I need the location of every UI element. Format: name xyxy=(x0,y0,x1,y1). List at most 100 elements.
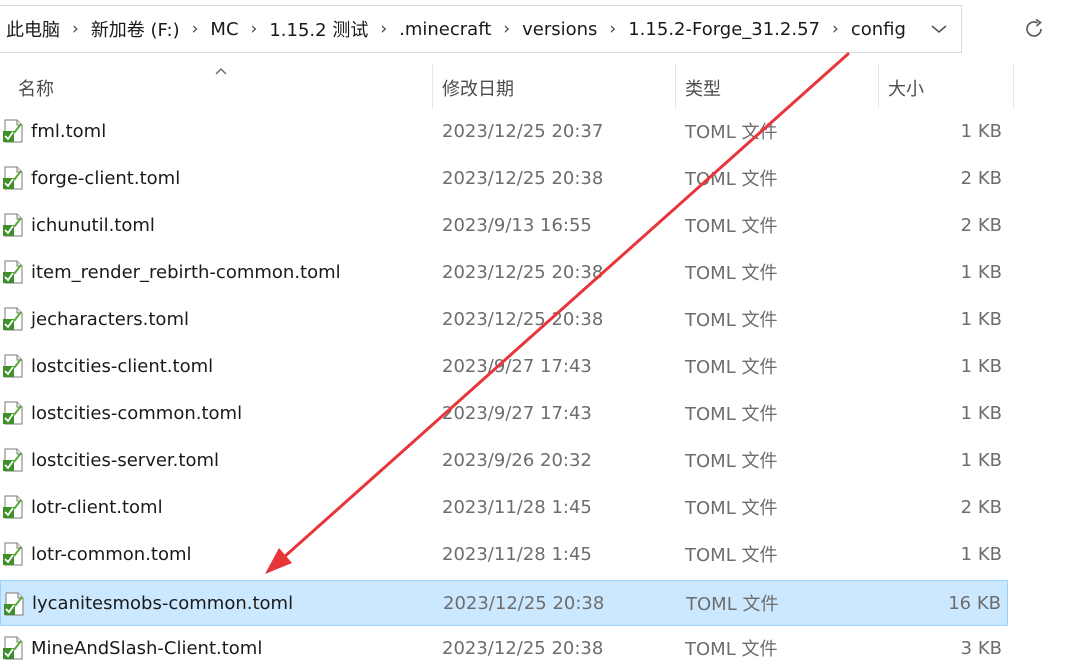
file-type: TOML 文件 xyxy=(686,594,779,615)
breadcrumb-item-this-pc[interactable]: 此电脑 xyxy=(6,16,60,42)
file-date: 2023/12/25 20:38 xyxy=(443,592,605,614)
file-name: ichunutil.toml xyxy=(31,214,155,236)
file-date: 2023/12/25 20:38 xyxy=(442,308,604,330)
breadcrumb-separator-icon[interactable]: › xyxy=(380,19,387,39)
breadcrumb-separator-icon[interactable]: › xyxy=(192,19,199,39)
breadcrumb-item-forge-version[interactable]: 1.15.2-Forge_31.2.57 xyxy=(628,19,820,40)
breadcrumb-separator-icon[interactable]: › xyxy=(832,19,839,39)
toml-file-icon xyxy=(2,166,24,190)
breadcrumb-separator-icon[interactable]: › xyxy=(251,19,258,39)
toml-file-icon xyxy=(3,592,25,616)
breadcrumb-separator-icon[interactable]: › xyxy=(503,19,510,39)
column-header-name-label: 名称 xyxy=(18,79,54,100)
file-row[interactable]: lotr-common.toml 2023/11/28 1:45 TOML 文件… xyxy=(0,531,1008,577)
file-size: 1 KB xyxy=(960,120,1002,142)
column-divider[interactable] xyxy=(878,64,879,108)
file-name: jecharacters.toml xyxy=(31,308,189,330)
file-size: 16 KB xyxy=(948,592,1001,614)
file-row[interactable]: lycanitesmobs-common.toml 2023/12/25 20:… xyxy=(0,580,1008,626)
file-size: 1 KB xyxy=(960,543,1002,565)
file-type: TOML 文件 xyxy=(685,310,778,331)
toml-file-icon xyxy=(2,401,24,425)
column-header-type[interactable]: 类型 xyxy=(677,64,878,112)
file-type: TOML 文件 xyxy=(685,451,778,472)
file-row[interactable]: jecharacters.toml 2023/12/25 20:38 TOML … xyxy=(0,296,1008,342)
file-name: forge-client.toml xyxy=(31,167,181,189)
chevron-down-icon xyxy=(931,25,947,34)
column-header-size-label: 大小 xyxy=(888,79,924,100)
breadcrumb-separator-icon[interactable]: › xyxy=(609,19,616,39)
file-date: 2023/9/27 17:43 xyxy=(442,355,592,377)
file-size: 2 KB xyxy=(960,496,1002,518)
file-row[interactable]: fml.toml 2023/12/25 20:37 TOML 文件 1 KB xyxy=(0,108,1008,154)
breadcrumb-item-config[interactable]: config xyxy=(851,19,906,40)
file-row[interactable]: lostcities-server.toml 2023/9/26 20:32 T… xyxy=(0,437,1008,483)
toml-file-icon xyxy=(2,542,24,566)
breadcrumb-item-mc[interactable]: MC xyxy=(210,19,238,40)
file-type: TOML 文件 xyxy=(685,404,778,425)
breadcrumb-item-drive[interactable]: 新加卷 (F:) xyxy=(91,16,180,42)
file-name: fml.toml xyxy=(31,120,107,142)
file-size: 1 KB xyxy=(960,449,1002,471)
column-header-date[interactable]: 修改日期 xyxy=(434,64,675,112)
address-history-dropdown[interactable] xyxy=(917,6,961,52)
file-name: lotr-client.toml xyxy=(31,496,163,518)
file-date: 2023/12/25 20:38 xyxy=(442,261,604,283)
file-size: 2 KB xyxy=(960,214,1002,236)
file-type: TOML 文件 xyxy=(685,545,778,566)
file-date: 2023/9/26 20:32 xyxy=(442,449,592,471)
file-name: lostcities-common.toml xyxy=(31,402,243,424)
file-name: lostcities-server.toml xyxy=(31,449,220,471)
breadcrumb-separator-icon[interactable]: › xyxy=(72,19,79,39)
toml-file-icon xyxy=(2,260,24,284)
file-row[interactable]: lostcities-common.toml 2023/9/27 17:43 T… xyxy=(0,390,1008,436)
toml-file-icon xyxy=(2,307,24,331)
file-type: TOML 文件 xyxy=(685,169,778,190)
file-type: TOML 文件 xyxy=(685,498,778,519)
toml-file-icon xyxy=(2,119,24,143)
file-type: TOML 文件 xyxy=(685,263,778,284)
file-name: MineAndSlash-Client.toml xyxy=(31,637,263,659)
column-header-size[interactable]: 大小 xyxy=(880,64,1013,112)
file-date: 2023/9/13 16:55 xyxy=(442,214,592,236)
file-row[interactable]: ichunutil.toml 2023/9/13 16:55 TOML 文件 2… xyxy=(0,202,1008,248)
toml-file-icon xyxy=(2,448,24,472)
breadcrumb-item-minecraft[interactable]: .minecraft xyxy=(399,19,491,40)
file-row[interactable]: item_render_rebirth-common.toml 2023/12/… xyxy=(0,249,1008,295)
file-size: 1 KB xyxy=(960,355,1002,377)
file-type: TOML 文件 xyxy=(685,122,778,143)
column-divider[interactable] xyxy=(1013,64,1014,108)
file-type: TOML 文件 xyxy=(685,357,778,378)
file-name: lycanitesmobs-common.toml xyxy=(32,592,294,614)
file-date: 2023/12/25 20:38 xyxy=(442,637,604,659)
refresh-button[interactable] xyxy=(1012,10,1056,48)
column-divider[interactable] xyxy=(675,64,676,108)
breadcrumb-item-test[interactable]: 1.15.2 测试 xyxy=(269,16,368,42)
file-type: TOML 文件 xyxy=(685,216,778,237)
file-row[interactable]: lostcities-client.toml 2023/9/27 17:43 T… xyxy=(0,343,1008,389)
address-bar[interactable]: 此电脑 › 新加卷 (F:) › MC › 1.15.2 测试 › .minec… xyxy=(0,5,962,53)
column-header: 名称 修改日期 类型 大小 xyxy=(0,64,1015,112)
file-date: 2023/12/25 20:38 xyxy=(442,167,604,189)
breadcrumb-item-versions[interactable]: versions xyxy=(522,19,597,40)
file-size: 2 KB xyxy=(960,167,1002,189)
toml-file-icon xyxy=(2,213,24,237)
toml-file-icon xyxy=(2,636,24,660)
file-date: 2023/9/27 17:43 xyxy=(442,402,592,424)
column-header-name[interactable]: 名称 xyxy=(10,64,432,112)
file-size: 3 KB xyxy=(960,637,1002,659)
file-size: 1 KB xyxy=(960,402,1002,424)
refresh-icon xyxy=(1026,18,1042,37)
column-divider[interactable] xyxy=(432,64,433,108)
file-date: 2023/12/25 20:37 xyxy=(442,120,604,142)
file-date: 2023/11/28 1:45 xyxy=(442,496,592,518)
file-row[interactable]: forge-client.toml 2023/12/25 20:38 TOML … xyxy=(0,155,1008,201)
file-row[interactable]: lotr-client.toml 2023/11/28 1:45 TOML 文件… xyxy=(0,484,1008,530)
file-size: 1 KB xyxy=(960,261,1002,283)
file-name: item_render_rebirth-common.toml xyxy=(31,261,341,283)
toml-file-icon xyxy=(2,495,24,519)
file-type: TOML 文件 xyxy=(685,639,778,660)
file-row[interactable]: MineAndSlash-Client.toml 2023/12/25 20:3… xyxy=(0,625,1008,671)
column-header-date-label: 修改日期 xyxy=(442,79,514,100)
column-header-type-label: 类型 xyxy=(685,79,721,100)
